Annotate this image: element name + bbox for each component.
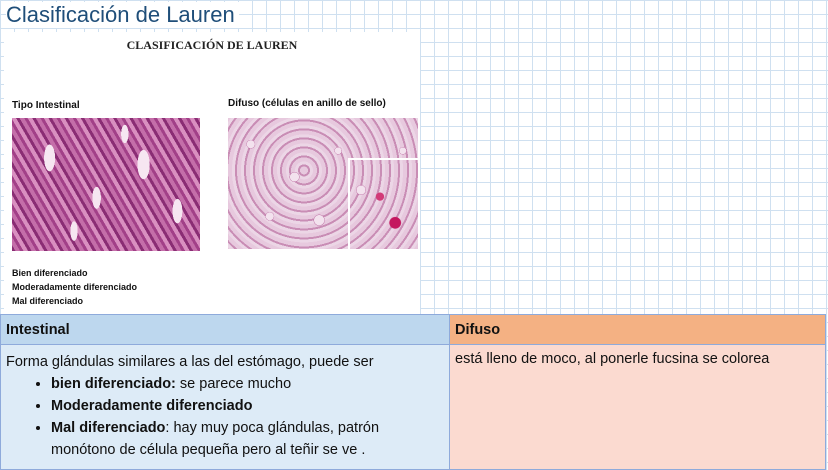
bullet-bold: Moderadamente diferenciado [51,398,253,414]
grade-item: Bien diferenciado [12,268,88,278]
label-tipo-intestinal: Tipo Intestinal [12,100,80,111]
bullet-item: Mal diferenciado: hay muy poca glándulas… [51,417,444,461]
lauren-table: Intestinal Difuso Forma glándulas simila… [0,314,826,470]
lauren-classification-figure: CLASIFICACIÓN DE LAUREN Tipo Intestinal … [4,32,420,314]
header-intestinal: Intestinal [0,314,450,345]
figure-heading: CLASIFICACIÓN DE LAUREN [126,38,298,52]
bullet-bold: bien diferenciado: [51,376,176,392]
bullet-bold: Mal diferenciado [51,420,166,436]
inset-border [348,158,350,249]
cell-intestinal: Forma glándulas similares a las del estó… [0,344,450,470]
bullet-item: bien diferenciado: se parece mucho [51,373,444,395]
header-difuso: Difuso [449,314,826,345]
difuso-histology-image [228,118,418,249]
bullet-text: se parece mucho [175,376,292,392]
page-title: Clasificación de Lauren [6,2,239,28]
table-header-row: Intestinal Difuso [0,314,826,345]
intestinal-histology-image [12,118,200,251]
label-difuso: Difuso (células en anillo de sello) [228,98,386,109]
grade-list: Bien diferenciado Moderadamente diferenc… [12,266,137,308]
intestinal-bullets: bien diferenciado: se parece mucho Moder… [6,373,444,461]
inset-border [348,158,418,160]
table-row: Forma glándulas similares a las del estó… [0,344,826,470]
grade-item: Mal diferenciado [12,296,84,306]
cell-difuso: está lleno de moco, al ponerle fucsina s… [449,344,826,470]
grade-item: Moderadamente diferenciado [12,282,138,292]
bullet-item: Moderadamente diferenciado [51,395,444,417]
intestinal-intro: Forma glándulas similares a las del estó… [6,354,374,370]
